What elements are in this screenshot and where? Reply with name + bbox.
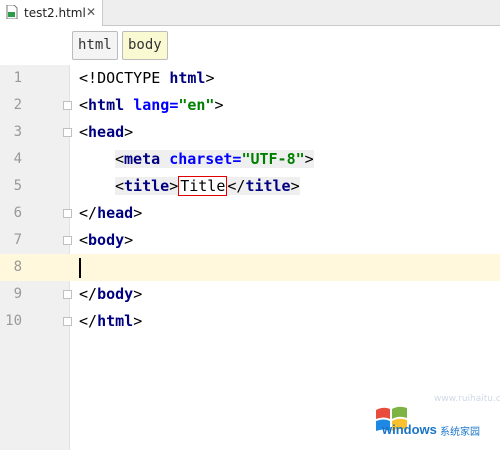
code-line[interactable]: 2 <html lang="en"> <box>0 92 500 119</box>
fold-toggle-icon[interactable] <box>63 236 72 245</box>
breadcrumb: html body <box>0 26 500 65</box>
line-number: 10 <box>5 313 22 329</box>
close-icon[interactable]: ✕ <box>86 5 96 19</box>
watermark-url: www.ruihaitu.com <box>434 394 500 404</box>
line-number: 3 <box>13 124 22 140</box>
code-line[interactable]: 3 <head> <box>0 119 500 146</box>
code-line[interactable]: 4 <meta charset="UTF-8"> <box>0 146 500 173</box>
watermark-logo: www.ruihaitu.com windows 系统家园 <box>372 392 500 444</box>
breadcrumb-body[interactable]: body <box>122 31 168 60</box>
breadcrumb-html[interactable]: html <box>72 31 118 60</box>
code-line[interactable]: 6 </head> <box>0 200 500 227</box>
line-number: 6 <box>13 205 22 221</box>
fold-toggle-icon[interactable] <box>63 317 72 326</box>
line-number: 8 <box>13 259 22 275</box>
code-text[interactable]: </head> <box>79 200 142 227</box>
line-number: 5 <box>13 178 22 194</box>
code-text[interactable]: <!DOCTYPE html> <box>79 65 214 92</box>
watermark-subtitle: 系统家园 <box>440 427 480 438</box>
code-text[interactable]: <title> Title </title> <box>115 173 300 200</box>
line-number: 4 <box>13 151 22 167</box>
line-number: 7 <box>13 232 22 248</box>
code-line[interactable]: 1 <!DOCTYPE html> <box>0 65 500 92</box>
line-number: 9 <box>13 286 22 302</box>
line-number: 1 <box>13 70 22 86</box>
code-text[interactable]: <body> <box>79 227 133 254</box>
title-text-highlight[interactable]: Title <box>178 176 228 196</box>
code-text[interactable]: <html lang="en"> <box>79 92 224 119</box>
tab-label: test2.html <box>24 6 86 20</box>
code-line[interactable]: 7 <body> <box>0 227 500 254</box>
code-text[interactable]: </body> <box>79 281 142 308</box>
text-caret <box>79 258 81 278</box>
tab-test2-html[interactable]: test2.html ✕ <box>0 0 103 27</box>
fold-toggle-icon[interactable] <box>63 128 72 137</box>
line-number: 2 <box>13 97 22 113</box>
code-text[interactable]: </html> <box>79 308 142 335</box>
editor-tab-bar: test2.html ✕ <box>0 0 500 27</box>
code-text[interactable]: <head> <box>79 119 133 146</box>
code-line[interactable]: 5 <title> Title </title> <box>0 173 500 200</box>
fold-toggle-icon[interactable] <box>63 290 72 299</box>
html-file-icon <box>6 4 18 20</box>
watermark-brand: windows <box>382 422 437 437</box>
code-line[interactable]: 10 </html> <box>0 308 500 335</box>
code-line-current[interactable]: 8 <box>0 254 500 281</box>
fold-toggle-icon[interactable] <box>63 209 72 218</box>
fold-toggle-icon[interactable] <box>63 101 72 110</box>
code-line[interactable]: 9 </body> <box>0 281 500 308</box>
code-text[interactable]: <meta charset="UTF-8"> <box>115 146 314 173</box>
